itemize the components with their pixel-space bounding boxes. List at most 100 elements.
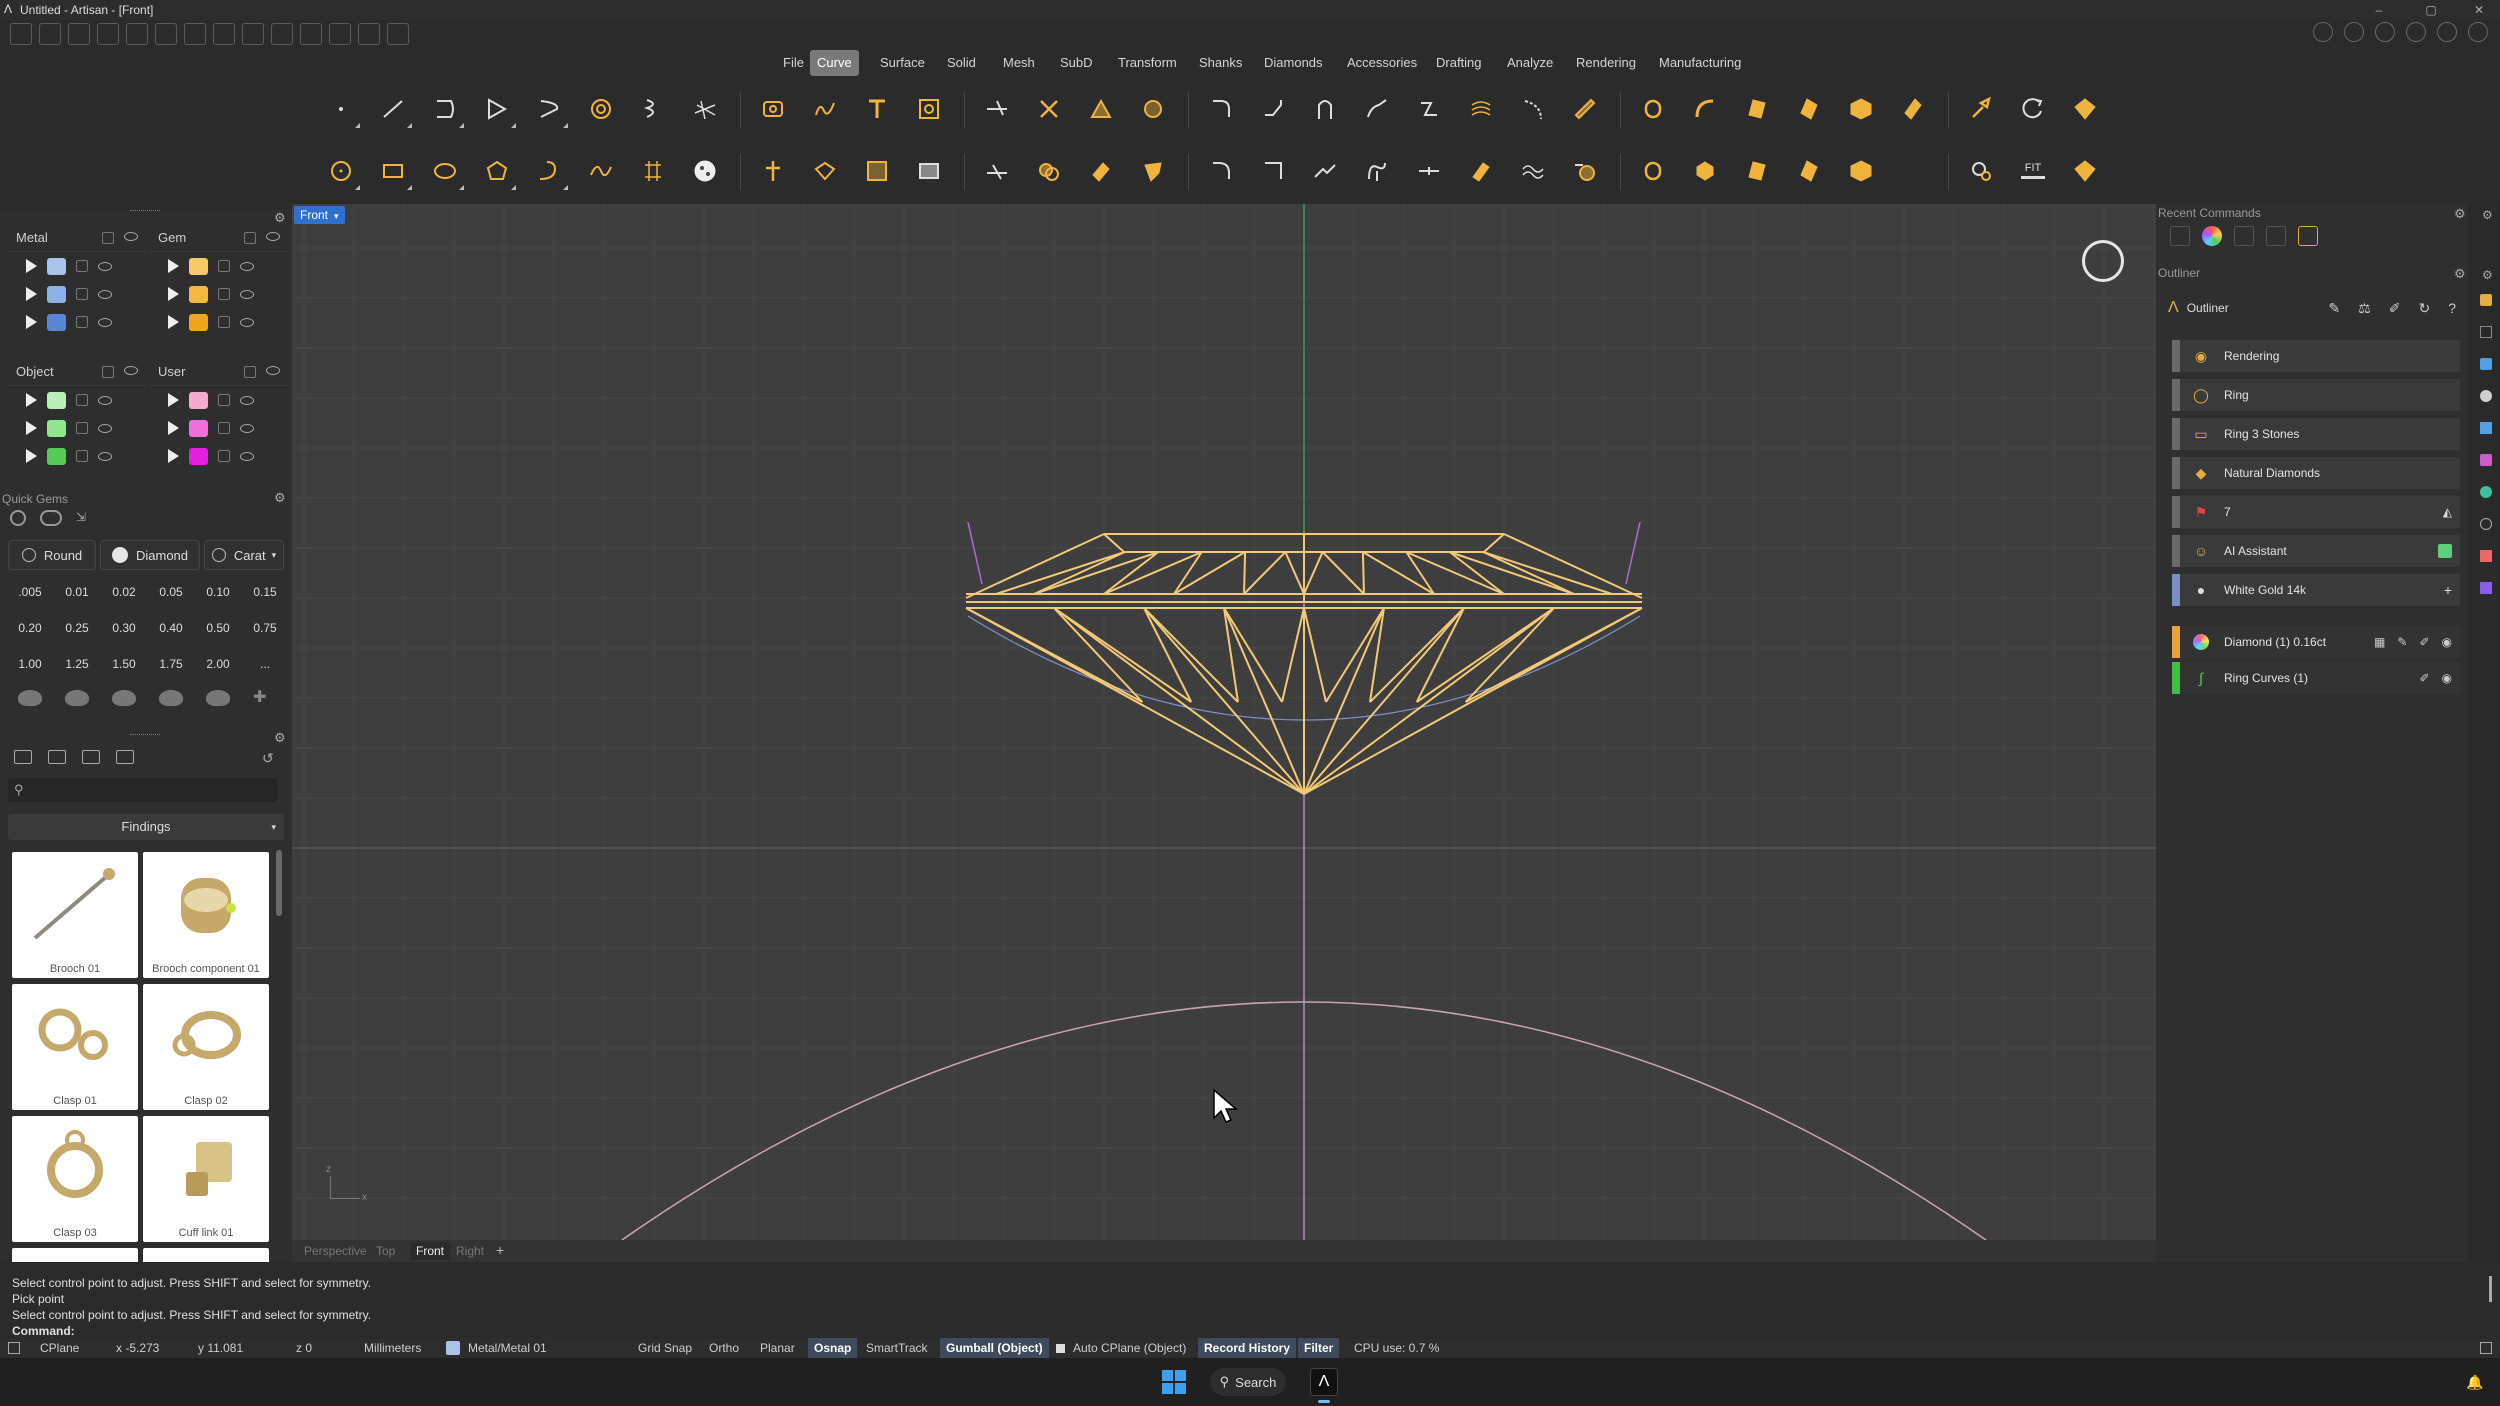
lock-icon[interactable]	[76, 316, 88, 328]
menu-transform[interactable]: Transform	[1111, 50, 1184, 76]
gems-panel-icon[interactable]	[2480, 454, 2492, 466]
menu-curve[interactable]: Curve	[810, 50, 859, 76]
gem-pick-icon[interactable]: ⇲	[76, 510, 92, 526]
polygon-tool[interactable]	[476, 150, 518, 192]
blend-tool[interactable]	[1304, 88, 1346, 130]
outliner-row-natural-diamonds[interactable]: ◆ Natural Diamonds	[2172, 457, 2460, 489]
symbol-tool[interactable]	[804, 150, 846, 192]
settings-icon[interactable]	[387, 23, 409, 45]
play-icon[interactable]	[168, 315, 179, 329]
grid-icon[interactable]: ▦	[2374, 635, 2385, 649]
library-search-input[interactable]: ⚲	[8, 778, 278, 802]
extend-tool[interactable]	[1512, 88, 1554, 130]
circle-tool[interactable]	[320, 150, 362, 192]
menu-manufacturing[interactable]: Manufacturing	[1652, 50, 1748, 76]
display-panel-icon[interactable]	[2480, 422, 2492, 434]
corner-tool[interactable]	[1252, 150, 1294, 192]
head-tool[interactable]	[1684, 150, 1726, 192]
eye-icon[interactable]	[98, 423, 112, 433]
library-panel-icon[interactable]	[2480, 582, 2492, 594]
environment-panel-icon[interactable]	[2480, 486, 2492, 498]
gem-profile-icon[interactable]	[112, 690, 136, 706]
brush-icon[interactable]: ✎	[2397, 635, 2407, 649]
status-record-history[interactable]: Record History	[1198, 1338, 1297, 1358]
play-icon[interactable]	[26, 315, 37, 329]
finding-card[interactable]: Clasp 01	[12, 984, 138, 1110]
measure-icon[interactable]	[271, 23, 293, 45]
eye-icon[interactable]	[240, 395, 254, 405]
carat-value-button[interactable]: 0.20	[10, 614, 50, 642]
gem-seat-tool[interactable]	[1736, 88, 1778, 130]
chamfer-tool[interactable]	[1252, 88, 1294, 130]
tab-front[interactable]: Front	[410, 1242, 451, 1260]
outliner-row-ring[interactable]: ◯ Ring	[2172, 379, 2460, 411]
carat-value-button[interactable]: 0.05	[151, 578, 191, 606]
carat-value-button[interactable]: 1.50	[104, 650, 144, 678]
panel-toggle-icon[interactable]	[8, 1342, 20, 1354]
play-icon[interactable]	[26, 449, 37, 463]
artisan-panel-icon[interactable]	[2480, 294, 2492, 306]
lock-icon[interactable]	[102, 231, 114, 244]
grid-view-icon[interactable]	[116, 750, 134, 764]
carat-value-button[interactable]: 0.15	[245, 578, 285, 606]
rotate-curve-tool[interactable]	[1564, 150, 1606, 192]
gem-mode-icon[interactable]	[10, 510, 26, 526]
join-tool[interactable]	[1080, 88, 1122, 130]
carat-value-button[interactable]: 0.10	[198, 578, 238, 606]
eye-icon[interactable]	[98, 261, 112, 271]
layer-color-swatch[interactable]	[47, 285, 66, 303]
finding-card[interactable]	[143, 1248, 269, 1262]
library-category-dropdown[interactable]: Findings ▾	[8, 814, 284, 840]
findings-scrollbar[interactable]	[276, 850, 282, 916]
play-icon[interactable]	[26, 259, 37, 273]
add-icon[interactable]: +	[2444, 582, 2452, 598]
lock-icon[interactable]	[218, 316, 230, 328]
taskbar-search-button[interactable]: ⚲ Search	[1210, 1368, 1286, 1396]
carat-value-button[interactable]: 0.02	[104, 578, 144, 606]
carat-value-button[interactable]: 0.50	[198, 614, 238, 642]
display-mode-icon[interactable]	[2313, 22, 2333, 42]
folder-image-icon[interactable]	[82, 750, 100, 764]
paint-tool[interactable]	[1960, 88, 2002, 130]
rectangle-tool[interactable]	[372, 150, 414, 192]
properties-panel-icon[interactable]	[2480, 358, 2492, 370]
menu-mesh[interactable]: Mesh	[996, 50, 1042, 76]
gem-library-tool[interactable]	[2064, 88, 2106, 130]
refresh-icon[interactable]: ↻	[2418, 300, 2430, 317]
layer-color-swatch[interactable]	[189, 285, 208, 303]
split-tool[interactable]	[1028, 88, 1070, 130]
undo-icon[interactable]	[126, 23, 148, 45]
offset-tool[interactable]	[1408, 88, 1450, 130]
lock-icon[interactable]	[102, 365, 114, 378]
folder-add-icon[interactable]	[48, 750, 66, 764]
outliner-row-ai-assistant[interactable]: ☺ AI Assistant	[2172, 535, 2460, 567]
match-tool[interactable]	[1304, 150, 1346, 192]
carat-value-button[interactable]: 1.00	[10, 650, 50, 678]
menu-solid[interactable]: Solid	[940, 50, 983, 76]
gem-multi-icon[interactable]	[40, 510, 62, 526]
info-icon[interactable]	[2344, 22, 2364, 42]
boolean-curve-tool[interactable]	[1028, 150, 1070, 192]
pave-tool[interactable]	[1788, 150, 1830, 192]
command-scrollbar[interactable]	[2489, 1276, 2492, 1302]
settings-icon[interactable]: ⚙	[2482, 208, 2493, 222]
status-planar[interactable]: Planar	[760, 1338, 795, 1358]
redo-icon[interactable]	[155, 23, 177, 45]
channel-tool[interactable]	[1892, 88, 1934, 130]
sketch-tool[interactable]	[804, 88, 846, 130]
gem-cut-button[interactable]: Diamond	[100, 540, 200, 570]
freeform-tool[interactable]	[528, 150, 570, 192]
lock-icon[interactable]	[244, 231, 256, 244]
pull-tool[interactable]	[1132, 150, 1174, 192]
carat-value-button[interactable]: 2.00	[198, 650, 238, 678]
open-icon[interactable]	[68, 23, 90, 45]
import-icon[interactable]	[242, 23, 264, 45]
brush-icon[interactable]: ✎	[2328, 300, 2340, 317]
carat-value-button[interactable]: 0.75	[245, 614, 285, 642]
menu-rendering[interactable]: Rendering	[1569, 50, 1643, 76]
help-icon[interactable]	[2406, 22, 2426, 42]
rotate-view-tool[interactable]	[2012, 88, 2054, 130]
conic-tool[interactable]	[580, 150, 622, 192]
wave-tool[interactable]	[1512, 150, 1554, 192]
rebuild-tool[interactable]	[1564, 88, 1606, 130]
